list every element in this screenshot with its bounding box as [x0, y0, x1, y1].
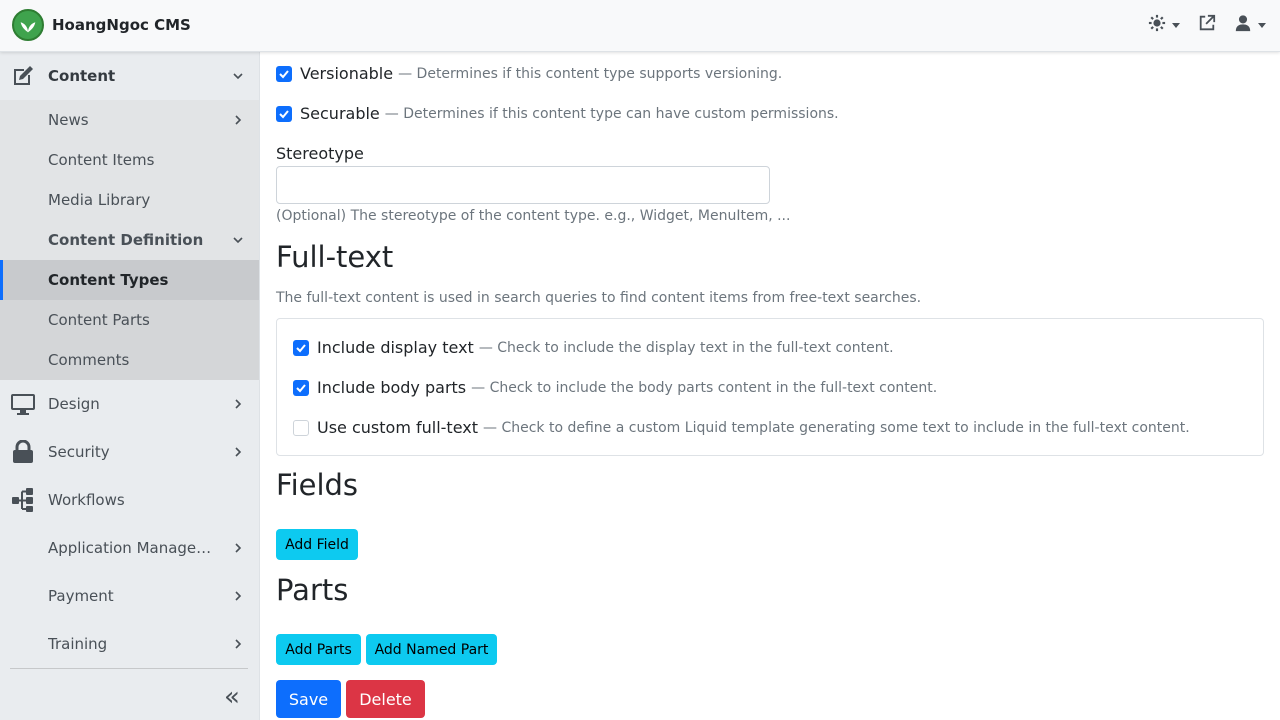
top-navbar: HoangNgoc CMS	[0, 0, 1280, 52]
sidebar-item-workflows[interactable]: Workflows	[0, 480, 259, 520]
fields-heading: Fields	[276, 468, 359, 502]
sidebar-item-label: Content	[48, 67, 116, 85]
add-named-part-button[interactable]: Add Named Part	[366, 634, 497, 665]
sidebar-item-design[interactable]: Design	[0, 384, 259, 424]
user-icon	[1234, 14, 1252, 36]
user-menu-button[interactable]	[1234, 14, 1266, 36]
fulltext-option-custom: Use custom full-text — Check to define a…	[293, 418, 1190, 437]
sidebar-item-security[interactable]: Security	[0, 432, 259, 472]
securable-label: Securable	[300, 104, 380, 123]
sidebar-item-training[interactable]: Training	[0, 624, 259, 664]
sidebar-divider	[10, 668, 248, 669]
sidebar-item-label: Content Items	[48, 151, 155, 169]
sidebar-item-label: Payment	[48, 587, 114, 605]
fulltext-heading: Full-text	[276, 240, 394, 274]
versionable-option: Versionable — Determines if this content…	[276, 64, 782, 83]
sidebar-item-label: Training	[48, 635, 108, 653]
chevron-down-icon	[233, 237, 243, 244]
sidebar-item-label: Media Library	[48, 191, 151, 209]
option-label: Use custom full-text	[317, 418, 478, 437]
save-button[interactable]: Save	[276, 680, 341, 718]
add-parts-button[interactable]: Add Parts	[276, 634, 361, 665]
stereotype-input[interactable]	[276, 166, 770, 204]
include-display-text-checkbox[interactable]	[293, 339, 309, 356]
sidebar-item-label: Content Parts	[48, 311, 150, 329]
visit-site-button[interactable]	[1198, 14, 1216, 36]
check-icon	[296, 343, 306, 352]
include-body-parts-checkbox[interactable]	[293, 379, 309, 396]
monitor-icon	[10, 391, 36, 417]
brand-logo-icon	[12, 9, 44, 41]
sidebar-item-content-items[interactable]: Content Items	[0, 140, 259, 180]
main-content: Versionable — Determines if this content…	[260, 52, 1280, 720]
chevron-right-icon	[235, 543, 242, 553]
option-label: Include body parts	[317, 378, 467, 397]
chevron-right-icon	[235, 591, 242, 601]
securable-hint: — Determines if this content type can ha…	[384, 105, 839, 122]
chevron-right-icon	[235, 115, 242, 125]
sidebar-item-label: Application Management	[48, 539, 216, 557]
option-hint: — Check to include the display text in t…	[478, 339, 894, 356]
fulltext-description: The full-text content is used in search …	[276, 290, 922, 306]
sidebar-item-label: Security	[48, 443, 110, 461]
sidebar-item-content-definition[interactable]: Content Definition	[0, 220, 259, 260]
chevron-down-icon	[1172, 22, 1180, 28]
sidebar-item-content-types[interactable]: Content Types	[0, 260, 259, 300]
sidebar-item-comments[interactable]: Comments	[0, 340, 259, 380]
securable-option: Securable — Determines if this content t…	[276, 104, 839, 123]
chevron-right-icon	[235, 447, 242, 457]
sidebar-item-label: Content Types	[48, 271, 169, 289]
sidebar-item-news[interactable]: News	[0, 100, 259, 140]
use-custom-fulltext-checkbox[interactable]	[293, 419, 309, 436]
fulltext-options-card: Include display text — Check to include …	[276, 318, 1264, 456]
chevron-down-icon	[233, 73, 243, 80]
brand[interactable]: HoangNgoc CMS	[12, 9, 191, 41]
versionable-checkbox[interactable]	[276, 65, 292, 82]
sidebar-item-application-management[interactable]: Application Management	[0, 528, 259, 568]
collapse-sidebar-icon[interactable]: «	[224, 684, 240, 710]
fulltext-option-display-text: Include display text — Check to include …	[293, 338, 894, 357]
sidebar-item-content[interactable]: Content	[0, 56, 259, 96]
parts-heading: Parts	[276, 573, 349, 607]
stereotype-help: (Optional) The stereotype of the content…	[276, 208, 791, 224]
sidebar-item-media-library[interactable]: Media Library	[0, 180, 259, 220]
securable-checkbox[interactable]	[276, 105, 292, 122]
active-indicator	[0, 260, 3, 300]
option-label: Include display text	[317, 338, 474, 357]
sidebar-item-label: Content Definition	[48, 231, 204, 249]
workflow-icon	[10, 487, 36, 513]
option-hint: — Check to include the body parts conten…	[471, 379, 938, 396]
stereotype-label: Stereotype	[276, 144, 364, 163]
chevron-down-icon	[1258, 22, 1266, 28]
option-hint: — Check to define a custom Liquid templa…	[483, 419, 1190, 436]
theme-icon	[1148, 14, 1166, 36]
chevron-right-icon	[235, 399, 242, 409]
check-icon	[279, 109, 289, 118]
sidebar-item-content-parts[interactable]: Content Parts	[0, 300, 259, 340]
sidebar-item-label: Workflows	[48, 491, 125, 509]
sidebar-item-label: Design	[48, 395, 100, 413]
sidebar-item-label: Comments	[48, 351, 130, 369]
theme-toggle-button[interactable]	[1148, 14, 1180, 36]
chevron-right-icon	[235, 639, 242, 649]
external-link-icon	[1198, 14, 1216, 36]
versionable-hint: — Determines if this content type suppor…	[398, 65, 783, 82]
delete-button[interactable]: Delete	[346, 680, 425, 718]
sidebar: Content News Content Items Media Library…	[0, 52, 260, 720]
add-field-button[interactable]: Add Field	[276, 529, 358, 560]
check-icon	[279, 69, 289, 78]
sidebar-item-label: News	[48, 111, 89, 129]
check-icon	[296, 383, 306, 392]
versionable-label: Versionable	[300, 64, 394, 83]
fulltext-option-body-parts: Include body parts — Check to include th…	[293, 378, 937, 397]
sidebar-item-payment[interactable]: Payment	[0, 576, 259, 616]
brand-name: HoangNgoc CMS	[52, 16, 191, 34]
lock-icon	[10, 439, 36, 465]
edit-icon	[10, 63, 36, 89]
